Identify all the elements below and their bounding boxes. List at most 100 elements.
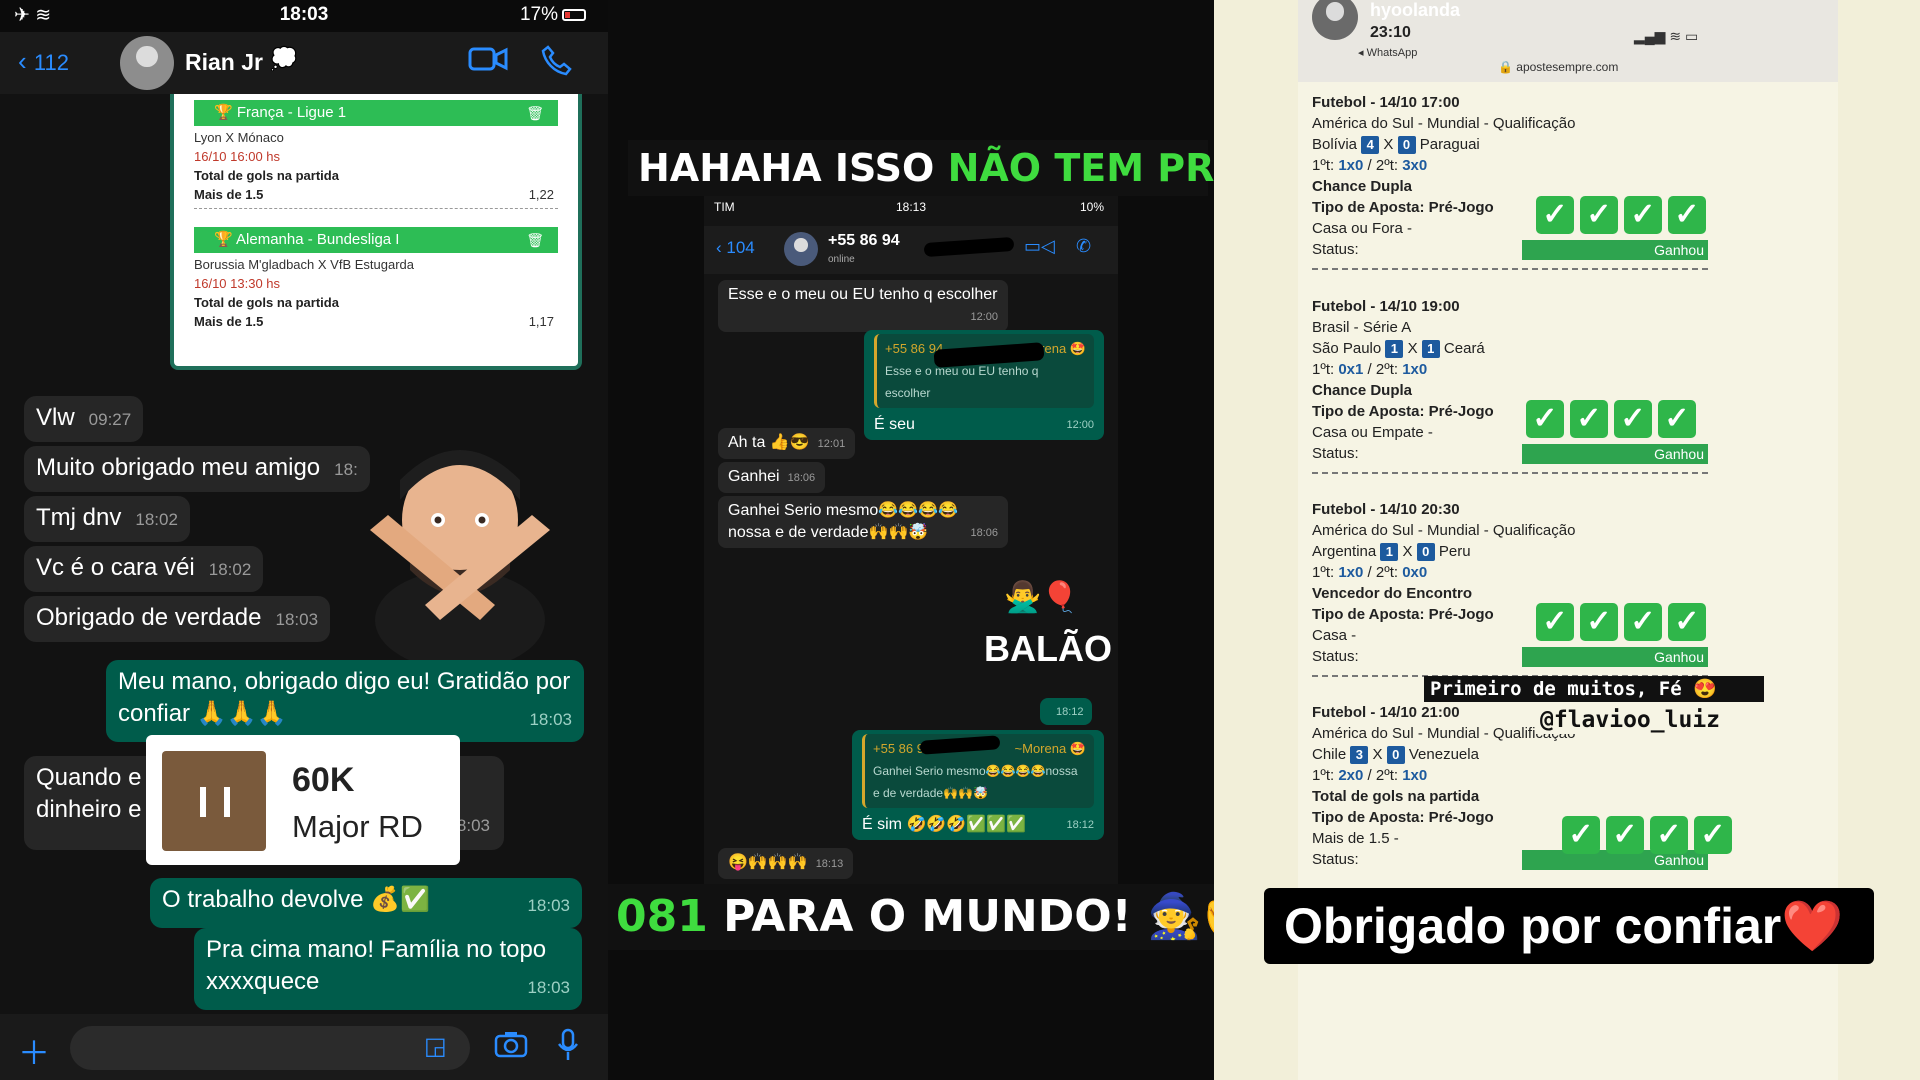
quote-author: +55 86 9 <box>873 741 924 756</box>
story-mention[interactable]: @flavioo_luiz <box>1536 706 1768 734</box>
unread-count: 104 <box>726 238 755 257</box>
bet-market: Chance Dupla <box>1312 178 1413 195</box>
bet-header: Futebol - 14/10 19:00 <box>1312 298 1460 315</box>
message-in[interactable]: Ganhei 18:06 <box>718 462 826 493</box>
contact-number[interactable]: +55 86 94 <box>828 232 900 250</box>
sticker-icon[interactable]: ◲ <box>424 1032 447 1061</box>
pause-icon <box>200 787 230 817</box>
message-in[interactable]: Tmj dnv 18:02 <box>24 496 190 542</box>
profile-avatar[interactable] <box>1312 0 1358 40</box>
phone-call-icon[interactable]: ✆ <box>1076 236 1091 257</box>
message-text: Ganhei <box>728 468 780 485</box>
second-half-label: 2ºt: <box>1375 157 1399 174</box>
message-out[interactable]: Meu mano, obrigado digo eu! Gratidão por… <box>106 660 584 742</box>
ticket-odd: 1,22 <box>528 187 554 202</box>
url-bar[interactable]: 🔒 apostesempre.com <box>1498 60 1618 74</box>
presence: online <box>828 254 855 265</box>
story-final-caption: Obrigado por confiar❤️ <box>1264 888 1874 964</box>
message-time: 09:27 <box>88 410 132 429</box>
message-time: 18:03 <box>527 896 570 915</box>
check-marks: ✓ ✓ ✓ ✓ <box>1536 603 1706 641</box>
away-score: 1 <box>1421 340 1440 358</box>
check-icon: ✓ <box>1624 603 1662 641</box>
camera-icon[interactable] <box>494 1030 528 1065</box>
music-card[interactable]: 60K Major RD <box>146 735 460 865</box>
microphone-icon[interactable] <box>556 1028 580 1069</box>
message-in[interactable]: Ah ta 👍😎 12:01 <box>718 428 856 459</box>
message-out[interactable]: O trabalho devolve 💰✅ 18:03 <box>150 878 582 928</box>
phone-call-icon[interactable] <box>540 44 572 83</box>
back-button[interactable]: ‹ 104 <box>716 238 755 258</box>
message-text: 😝🙌🙌🙌 <box>728 854 808 871</box>
second-half-label: 2ºt: <box>1375 361 1399 378</box>
message-text: Ganhei Serio mesmo😂😂😂😂nossa e de verdade… <box>728 502 958 541</box>
message-in[interactable]: Ganhei Serio mesmo😂😂😂😂nossa e de verdade… <box>718 496 1008 548</box>
message-in[interactable]: Esse e o meu ou EU tenho q escolher 12:00 <box>718 280 1008 332</box>
bet-header: Futebol - 14/10 20:30 <box>1312 501 1460 518</box>
balloon-emoji: 🙅‍♂️🎈 <box>1004 581 1079 614</box>
message-in[interactable]: Muito obrigado meu amigo 18: <box>24 446 370 492</box>
message-text: É sim 🤣🤣🤣✅✅✅ <box>862 816 1026 833</box>
message-out[interactable]: 18:12 <box>1040 698 1092 725</box>
bet-card: Futebol - 14/10 20:30 América do Sul - Mu… <box>1312 499 1726 677</box>
inner-screenshot: TIM 18:13 10% ‹ 104 +55 86 94 online ▭◁ … <box>704 196 1118 886</box>
away-team: Paraguai <box>1419 136 1480 153</box>
chat-header: ‹ 112 Rian Jr 💭 <box>0 32 608 94</box>
bet-ticket-image[interactable]: 🏆 França - Ligue 1 🗑 Lyon X Mónaco 16/10 … <box>170 94 582 370</box>
video-call-icon[interactable]: ▭◁ <box>1024 236 1055 257</box>
ticket-date: 16/10 16:00 hs <box>194 149 281 164</box>
message-input[interactable] <box>70 1026 470 1070</box>
check-icon: ✓ <box>1536 603 1574 641</box>
home-score: 1 <box>1385 340 1404 358</box>
banner-text: PARA O MUNDO! <box>707 891 1132 942</box>
avatar[interactable] <box>120 36 174 90</box>
message-time: 18:06 <box>787 472 816 484</box>
first-half-score: 0x1 <box>1338 361 1364 378</box>
message-out[interactable]: Pra cima mano! Família no topo xxxxquece… <box>194 928 582 1010</box>
message-text: Meu mano, obrigado digo eu! Gratidão por… <box>118 668 571 727</box>
back-to-app[interactable]: ◂ WhatsApp <box>1358 46 1417 59</box>
profile-name[interactable]: hyoolanda <box>1370 0 1460 21</box>
first-half-label: 1ºt: <box>1312 361 1335 378</box>
check-icon: ✓ <box>1526 400 1564 438</box>
video-call-icon[interactable] <box>468 44 508 81</box>
check-marks: ✓ ✓ ✓ ✓ <box>1536 196 1706 234</box>
message-text: Obrigado de verdade <box>36 604 262 631</box>
home-score: 1 <box>1380 543 1399 561</box>
bet-competition: América do Sul - Mundial - Qualificação <box>1312 115 1576 132</box>
ticket-match: Lyon X Mónaco <box>194 130 284 145</box>
divider <box>1312 268 1708 270</box>
home-team: Bolívia <box>1312 136 1358 153</box>
ticket-block: 🏆 Alemanha - Bundesliga I 🗑 Borussia M'gl… <box>194 227 558 329</box>
message-in[interactable]: 😝🙌🙌🙌 18:13 <box>718 848 854 879</box>
message-text: Muito obrigado meu amigo <box>36 454 321 481</box>
trophy-icon: 🏆 <box>214 104 237 121</box>
message-in[interactable]: Vlw 09:27 <box>24 396 144 442</box>
plus-icon[interactable]: ＋ <box>18 1028 50 1074</box>
status-bar: TIM 18:13 10% <box>704 200 1118 222</box>
back-button[interactable]: ‹ 112 <box>18 46 69 77</box>
message-in[interactable]: Obrigado de verdade 18:03 <box>24 596 331 642</box>
card-title: 60K <box>292 761 355 799</box>
bet-market: Vencedor do Encontro <box>1312 585 1473 602</box>
quoted-message: +55 86 94 ~Morena 🤩 Esse e o meu ou EU t… <box>874 334 1094 408</box>
contact-name[interactable]: Rian Jr <box>185 49 263 76</box>
quote-text: Esse e o meu ou EU tenho q escolher <box>885 364 1039 400</box>
away-team: Ceará <box>1443 340 1485 357</box>
first-half-label: 1ºt: <box>1312 157 1335 174</box>
check-icon: ✓ <box>1606 816 1644 854</box>
home-score: 3 <box>1350 746 1369 764</box>
second-half-score: 3x0 <box>1402 157 1428 174</box>
status-badge: Ganhou <box>1522 240 1708 260</box>
message-text: Tmj dnv <box>36 504 122 531</box>
trash-icon: 🗑 <box>526 232 544 248</box>
banner-highlight: 081 <box>616 891 708 942</box>
ticket-match: Borussia M'gladbach X VfB Estugarda <box>194 257 414 272</box>
avatar[interactable] <box>784 232 818 266</box>
message-in[interactable]: Vc é o cara véi 18:02 <box>24 546 264 592</box>
message-time: 12:01 <box>817 438 846 450</box>
message-time: 18:02 <box>208 560 252 579</box>
banner-top: HAHAHA ISSO NÃO TEM PREÇO 💰✅ <box>628 140 1214 196</box>
check-marks: ✓ ✓ ✓ ✓ <box>1526 400 1696 438</box>
message-time: 12:00 <box>1066 419 1094 431</box>
